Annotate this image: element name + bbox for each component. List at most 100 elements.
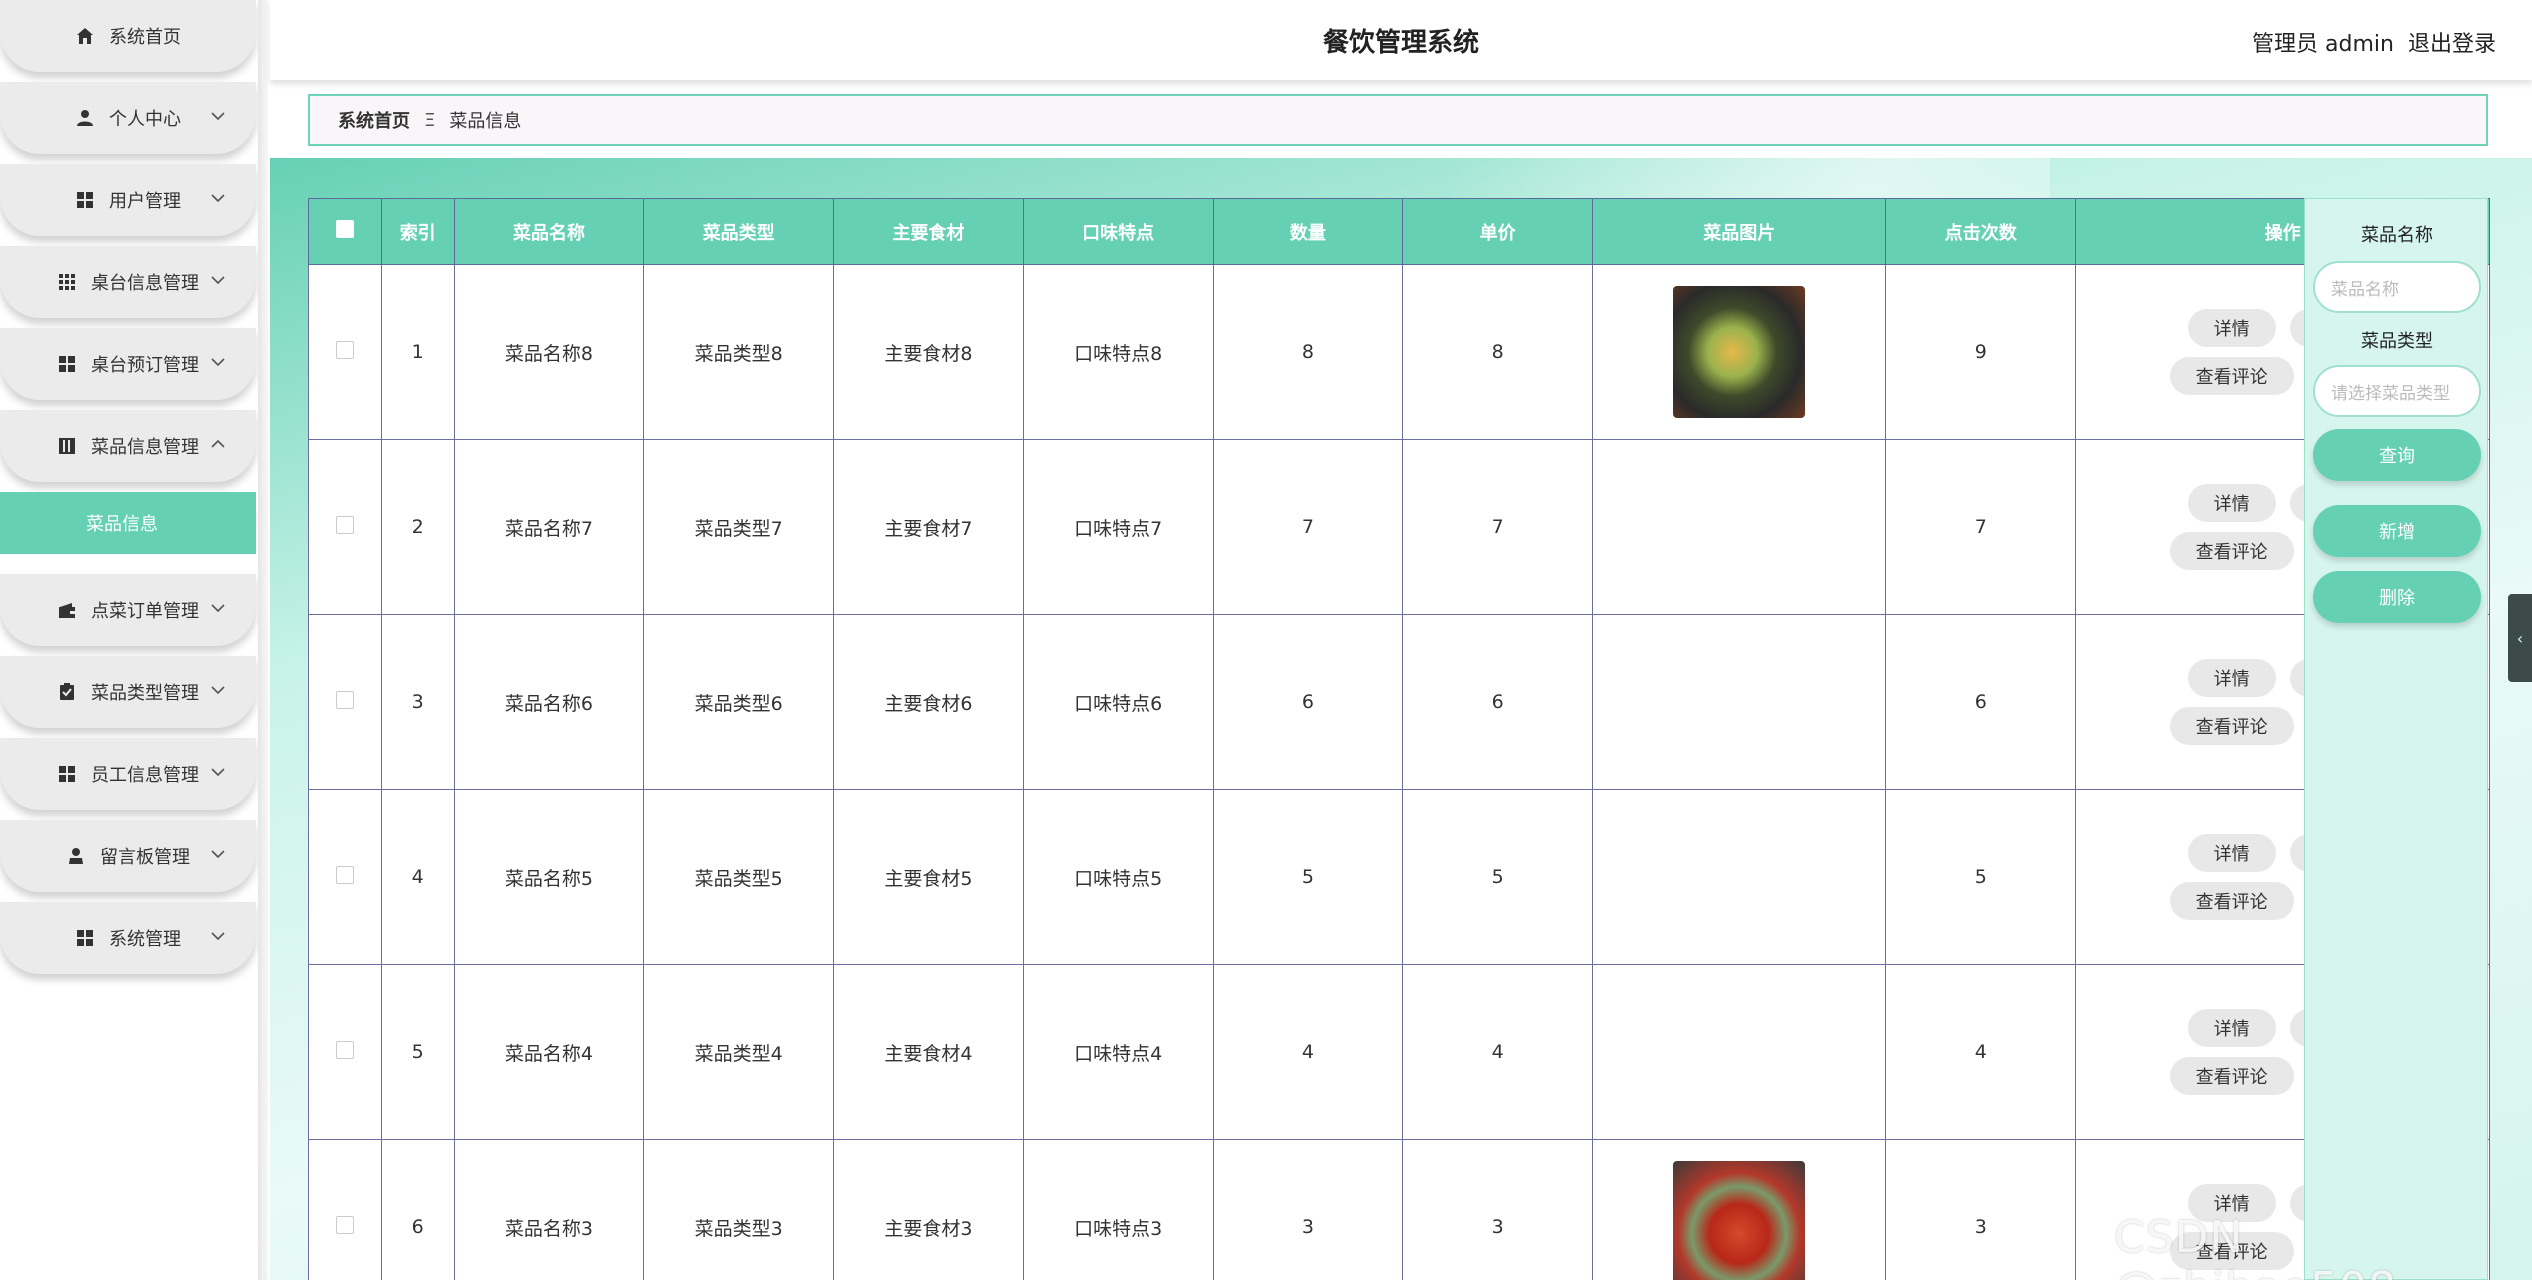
dish-type-label: 菜品类型 — [2361, 331, 2433, 352]
dish-name-input[interactable]: 菜品名称 — [2313, 261, 2481, 313]
sidebar-item[interactable]: 系统首页 — [0, 0, 256, 72]
person-icon — [66, 846, 86, 866]
book-icon — [57, 436, 77, 456]
row-select-cell[interactable] — [308, 264, 382, 440]
logout-link[interactable]: 退出登录 — [2408, 26, 2496, 58]
view-comments-button[interactable]: 查看评论 — [2169, 532, 2294, 570]
watermark: CSDN @zhihao508 — [2114, 1212, 2396, 1280]
sidebar-item-label: 点菜订单管理 — [91, 601, 199, 622]
row-select-cell[interactable] — [308, 1139, 382, 1280]
sidebar-item-label: 菜品类型管理 — [91, 683, 199, 704]
cell-image — [1591, 264, 1887, 440]
cell-name: 菜品名称4 — [453, 964, 645, 1140]
dish-name-label: 菜品名称 — [2361, 225, 2433, 246]
cell-flavor: 口味特点8 — [1022, 264, 1214, 440]
grid-icon — [75, 928, 95, 948]
sidebar-item[interactable]: 系统管理 — [0, 902, 256, 974]
cell-price: 8 — [1402, 264, 1593, 440]
collapse-handle-icon[interactable]: ‹ — [2508, 594, 2532, 682]
row-checkbox[interactable] — [335, 1215, 354, 1234]
sidebar-item-label: 员工信息管理 — [91, 765, 199, 786]
top-header: 餐饮管理系统 管理员 admin 退出登录 — [270, 0, 2532, 80]
sidebar-item[interactable]: 用户管理 — [0, 164, 256, 236]
sidebar-item[interactable]: 员工信息管理 — [0, 738, 256, 810]
batch-delete-button[interactable]: 删除 — [2313, 571, 2481, 623]
cell-price: 6 — [1402, 614, 1593, 790]
query-button[interactable]: 查询 — [2313, 429, 2481, 481]
sidebar-item[interactable]: 个人中心 — [0, 82, 256, 154]
chevron-down-icon — [208, 270, 228, 290]
cell-image — [1591, 789, 1887, 965]
row-checkbox[interactable] — [335, 340, 354, 359]
sidebar-item-label: 个人中心 — [109, 109, 181, 130]
breadcrumb-home[interactable]: 系统首页 — [338, 107, 410, 133]
detail-button[interactable]: 详情 — [2187, 309, 2276, 347]
row-select-cell[interactable] — [308, 964, 382, 1140]
user-icon — [75, 108, 95, 128]
dish-table-container: 索引 菜品名称 菜品类型 主要食材 口味特点 数量 单价 菜品图片 点击次数 操… — [308, 198, 2490, 1280]
select-all-cell[interactable] — [308, 198, 382, 265]
cell-clicks: 9 — [1885, 264, 2077, 440]
cell-flavor: 口味特点3 — [1022, 1139, 1214, 1280]
sidebar-item[interactable]: 点菜订单管理 — [0, 574, 256, 646]
detail-button[interactable]: 详情 — [2187, 834, 2276, 872]
table-header-row: 索引 菜品名称 菜品类型 主要食材 口味特点 数量 单价 菜品图片 点击次数 操… — [308, 198, 2490, 265]
select-all-checkbox[interactable] — [335, 220, 354, 238]
cell-ingredient: 主要食材5 — [833, 789, 1024, 965]
sidebar-item-label: 桌台预订管理 — [91, 355, 199, 376]
chevron-down-icon — [208, 926, 228, 946]
detail-button[interactable]: 详情 — [2187, 1009, 2276, 1047]
chevron-down-icon — [208, 188, 228, 208]
cell-flavor: 口味特点7 — [1022, 439, 1214, 615]
cell-clicks: 4 — [1885, 964, 2077, 1140]
view-comments-button[interactable]: 查看评论 — [2169, 357, 2294, 395]
search-panel: 菜品名称 菜品名称 菜品类型 请选择菜品类型 查询 新增 删除 — [2304, 198, 2488, 1280]
cell-ingredient: 主要食材8 — [833, 264, 1024, 440]
sidebar-item[interactable]: 留言板管理 — [0, 820, 256, 892]
row-checkbox[interactable] — [335, 690, 354, 709]
sidebar-item[interactable]: 桌台信息管理 — [0, 246, 256, 318]
dish-image[interactable] — [1673, 1161, 1806, 1280]
cell-flavor: 口味特点6 — [1022, 614, 1214, 790]
column-header: 索引 — [380, 198, 455, 265]
cell-qty: 5 — [1212, 789, 1404, 965]
view-comments-button[interactable]: 查看评论 — [2169, 882, 2294, 920]
column-header: 主要食材 — [833, 198, 1024, 265]
chevron-down-icon — [208, 598, 228, 618]
view-comments-button[interactable]: 查看评论 — [2169, 1057, 2294, 1095]
detail-button[interactable]: 详情 — [2187, 659, 2276, 697]
dish-type-select[interactable]: 请选择菜品类型 — [2313, 365, 2481, 417]
cell-index: 1 — [380, 264, 455, 440]
sidebar-item[interactable]: 桌台预订管理 — [0, 328, 256, 400]
cell-flavor: 口味特点5 — [1022, 789, 1214, 965]
dish-image[interactable] — [1673, 286, 1806, 418]
row-select-cell[interactable] — [308, 614, 382, 790]
column-header: 单价 — [1402, 198, 1593, 265]
row-select-cell[interactable] — [308, 439, 382, 615]
cell-index: 3 — [380, 614, 455, 790]
cell-qty: 8 — [1212, 264, 1404, 440]
cell-type: 菜品类型6 — [643, 614, 835, 790]
cell-qty: 3 — [1212, 1139, 1404, 1280]
table-row: 5菜品名称4菜品类型4主要食材4口味特点4444详情修改查看评论删除 — [308, 964, 2490, 1140]
sidebar-item[interactable]: 菜品信息管理 — [0, 410, 256, 482]
detail-button[interactable]: 详情 — [2187, 484, 2276, 522]
table-row: 4菜品名称5菜品类型5主要食材5口味特点5555详情修改查看评论删除 — [308, 789, 2490, 965]
sidebar-subitem-dish-info[interactable]: 菜品信息 — [0, 492, 256, 554]
cell-name: 菜品名称3 — [453, 1139, 645, 1280]
chevron-up-icon — [208, 434, 228, 454]
row-checkbox[interactable] — [335, 515, 354, 534]
column-header: 数量 — [1212, 198, 1404, 265]
cell-price: 4 — [1402, 964, 1593, 1140]
user-label: 管理员 admin — [2252, 32, 2394, 57]
grid-icon — [75, 190, 95, 210]
row-select-cell[interactable] — [308, 789, 382, 965]
sidebar-item-label: 菜品信息管理 — [91, 437, 199, 458]
row-checkbox[interactable] — [335, 865, 354, 884]
row-checkbox[interactable] — [335, 1040, 354, 1059]
breadcrumb: 系统首页 Ξ 菜品信息 — [308, 94, 2488, 146]
grid-icon — [57, 764, 77, 784]
add-button[interactable]: 新增 — [2313, 505, 2481, 557]
view-comments-button[interactable]: 查看评论 — [2169, 707, 2294, 745]
sidebar-item[interactable]: 菜品类型管理 — [0, 656, 256, 728]
